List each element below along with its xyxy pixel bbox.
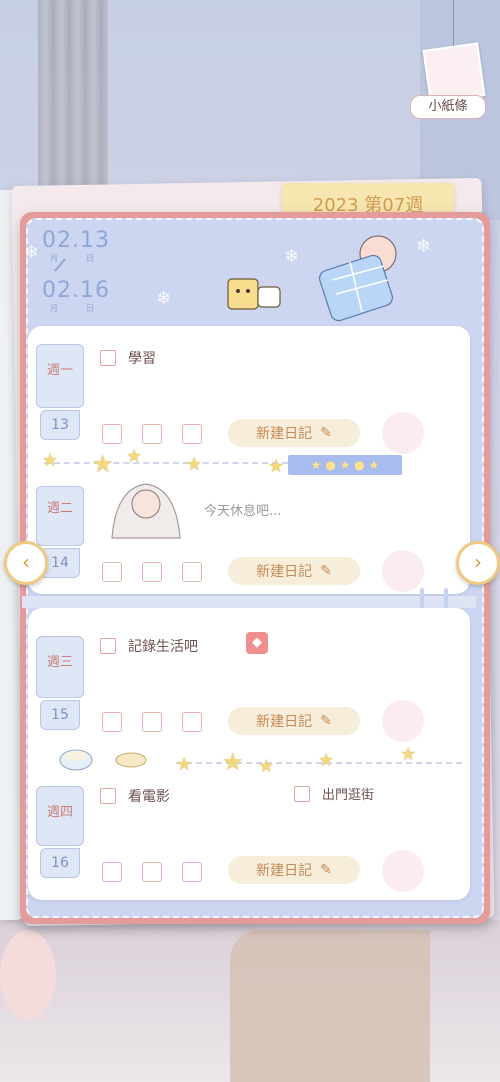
day-tab-thu[interactable]: 週四 [36, 786, 84, 846]
date-start: 02.13 [42, 228, 110, 253]
star-icon: ★ [42, 450, 59, 471]
task-checkbox[interactable] [100, 350, 116, 366]
day-tab-mon[interactable]: 週一 [36, 344, 84, 408]
sticker-slot[interactable] [382, 850, 424, 892]
mood-checkbox[interactable] [142, 862, 162, 882]
mood-checkbox[interactable] [142, 424, 162, 444]
curtain [38, 0, 108, 200]
bowl-icon [59, 749, 93, 771]
chevron-right-icon: › [474, 550, 482, 574]
day-date-mon: 13 [40, 410, 80, 440]
new-diary-button[interactable]: 新建日記 ✎ [228, 419, 360, 447]
task-item[interactable]: 學習 [100, 348, 156, 368]
star-icon: ★ [318, 750, 335, 771]
new-diary-button[interactable]: 新建日記 ✎ [228, 557, 360, 585]
task-item[interactable]: 出門逛街 [294, 784, 374, 803]
task-item[interactable]: 記錄生活吧 [100, 636, 198, 656]
snowflake-icon: ❄ [156, 288, 172, 309]
star-icon: ★ [126, 446, 143, 467]
star-icon: ★ [92, 450, 114, 478]
edit-icon: ✎ [320, 862, 332, 878]
sticker-slot[interactable] [382, 550, 424, 592]
mood-checkbox[interactable] [142, 562, 162, 582]
toy-plush-icon [227, 278, 281, 310]
rest-text: 今天休息吧... [204, 504, 282, 519]
note-string [453, 0, 454, 48]
task-checkbox[interactable] [294, 785, 310, 802]
star-icon: ★ [222, 748, 244, 776]
day-date-wed: 15 [40, 700, 80, 730]
note-button-label: 小紙條 [428, 99, 468, 114]
gift-icon[interactable]: ◆ [246, 632, 268, 654]
mood-checkbox[interactable] [102, 862, 122, 882]
mood-checkbox[interactable] [142, 712, 162, 732]
mood-checkbox[interactable] [182, 712, 202, 732]
sticker-slot[interactable] [382, 700, 424, 742]
new-diary-label: 新建日記 [256, 863, 313, 879]
day-tab-tue[interactable]: 週二 [36, 486, 84, 546]
day-date-thu: 16 [40, 848, 80, 878]
edit-icon: ✎ [320, 713, 332, 729]
decor-dashed-line [44, 462, 288, 464]
task-checkbox[interactable] [100, 638, 116, 654]
task-label: 學習 [128, 351, 156, 367]
page-divider [22, 596, 476, 608]
new-diary-label: 新建日記 [256, 426, 313, 442]
mood-checkbox[interactable] [102, 712, 122, 732]
task-item[interactable]: 看電影 [100, 786, 170, 806]
star-icon: ★ [268, 456, 285, 477]
mood-checkbox[interactable] [102, 562, 122, 582]
new-diary-button[interactable]: 新建日記 ✎ [228, 856, 360, 884]
next-page-button[interactable]: › [456, 541, 500, 585]
resting-girl-icon [111, 483, 181, 539]
task-checkbox[interactable] [100, 788, 116, 804]
new-diary-button[interactable]: 新建日記 ✎ [228, 707, 360, 735]
mood-checkbox[interactable] [182, 862, 202, 882]
paw-toy-decoration [0, 930, 56, 1020]
day-tab-wed[interactable]: 週三 [36, 636, 84, 698]
task-label: 出門逛街 [322, 788, 375, 803]
date-end-units: 月日 [50, 304, 122, 313]
star-icon: ★ [400, 744, 417, 765]
blanket-decoration [230, 930, 430, 1082]
note-button[interactable]: 小紙條 [410, 95, 486, 119]
washi-tape-decoration: ★ ● ★ ● ★ [288, 455, 402, 475]
star-icon: ★ [186, 454, 203, 475]
snowflake-icon: ❄ [416, 236, 432, 257]
chevron-left-icon: ‹ [22, 550, 30, 574]
dumpling-icon [115, 752, 147, 768]
date-range: 02.13 月日 02.16 月日 [42, 228, 122, 314]
girl-in-blanket-icon [319, 235, 397, 322]
edit-icon: ✎ [320, 425, 332, 441]
star-icon: ★ [176, 754, 193, 775]
snowflake-icon: ❄ [284, 246, 300, 267]
task-label: 記錄生活吧 [128, 639, 198, 655]
edit-icon: ✎ [320, 563, 332, 579]
new-diary-label: 新建日記 [256, 714, 313, 730]
prev-page-button[interactable]: ‹ [4, 541, 48, 585]
mood-checkbox[interactable] [182, 424, 202, 444]
mood-checkbox[interactable] [182, 562, 202, 582]
snowflake-icon: ❄ [24, 242, 40, 263]
mood-checkbox[interactable] [102, 424, 122, 444]
date-end: 02.16 [42, 278, 110, 303]
task-label: 看電影 [128, 789, 170, 805]
star-icon: ★ [258, 756, 275, 777]
sticker-slot[interactable] [382, 412, 424, 454]
new-diary-label: 新建日記 [256, 564, 313, 580]
